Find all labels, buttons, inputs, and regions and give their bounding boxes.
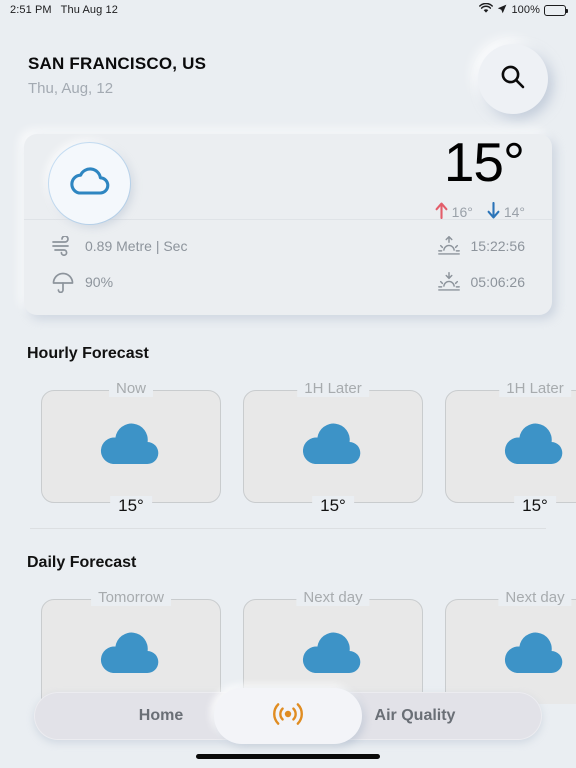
nav-center-button[interactable] bbox=[214, 688, 362, 744]
daily-card[interactable]: Next day bbox=[445, 589, 576, 704]
sunrise-value: 15:22:56 bbox=[470, 238, 526, 254]
search-icon bbox=[498, 62, 528, 97]
hourly-forecast-title: Hourly Forecast bbox=[27, 345, 149, 362]
sunrise-icon bbox=[437, 234, 461, 258]
daily-forecast-row[interactable]: Tomorrow Next day Next day bbox=[0, 589, 576, 704]
header-date: Thu, Aug, 12 bbox=[28, 80, 114, 97]
current-condition-badge bbox=[49, 143, 130, 224]
search-button[interactable] bbox=[478, 44, 548, 114]
precipitation-metric: 90% bbox=[51, 270, 187, 294]
hourly-card[interactable]: Now 15° bbox=[41, 380, 221, 515]
sunset-metric: 05:06:26 bbox=[437, 270, 526, 294]
sunset-value: 05:06:26 bbox=[470, 274, 526, 290]
umbrella-icon bbox=[51, 270, 75, 294]
daily-card-label: Next day bbox=[498, 589, 572, 606]
status-date: Thu Aug 12 bbox=[60, 4, 118, 16]
wind-value: 0.89 Metre | Sec bbox=[85, 238, 188, 254]
hourly-card-label: Now bbox=[108, 380, 154, 397]
wind-icon bbox=[51, 234, 75, 258]
header: SAN FRANCISCO, US Thu, Aug, 12 bbox=[0, 44, 576, 114]
hourly-card-temp: 15° bbox=[514, 496, 556, 515]
daily-card-label: Next day bbox=[296, 589, 370, 606]
hourly-card-label: 1H Later bbox=[499, 380, 571, 397]
home-indicator bbox=[196, 754, 380, 759]
sunset-icon bbox=[437, 270, 461, 294]
wind-metric: 0.89 Metre | Sec bbox=[51, 234, 187, 258]
status-bar: 2:51 PM Thu Aug 12 100% bbox=[0, 0, 576, 20]
current-temperature: 15° bbox=[443, 131, 525, 193]
current-weather-card: 15° 16° 14° 0.89 Metre | Sec 90% 15:22:5… bbox=[24, 134, 552, 315]
card-metrics-left: 0.89 Metre | Sec 90% bbox=[51, 234, 187, 294]
cloud-filled-icon bbox=[295, 628, 371, 687]
hourly-forecast-row[interactable]: Now 15° 1H Later 15° 1H Later 15° bbox=[0, 380, 576, 515]
cloud-outline-icon bbox=[64, 162, 116, 205]
cloud-filled-icon bbox=[497, 628, 573, 687]
hourly-card-label: 1H Later bbox=[297, 380, 369, 397]
daily-card[interactable]: Tomorrow bbox=[41, 589, 221, 704]
battery-percent: 100% bbox=[511, 4, 540, 16]
arrow-up-icon bbox=[435, 202, 448, 222]
status-bar-left: 2:51 PM Thu Aug 12 bbox=[10, 4, 118, 16]
wifi-icon bbox=[479, 2, 494, 17]
hourly-card-temp: 15° bbox=[312, 496, 354, 515]
broadcast-icon bbox=[268, 699, 308, 734]
sunrise-metric: 15:22:56 bbox=[437, 234, 526, 258]
hourly-card[interactable]: 1H Later 15° bbox=[243, 380, 423, 515]
high-low-temps: 16° 14° bbox=[435, 201, 525, 222]
hourly-card-temp: 15° bbox=[110, 496, 152, 515]
battery-full-icon bbox=[544, 4, 568, 16]
precipitation-value: 90% bbox=[85, 274, 114, 290]
section-divider bbox=[30, 528, 546, 529]
daily-card-label: Tomorrow bbox=[91, 589, 171, 606]
location-block: SAN FRANCISCO, US Thu, Aug, 12 bbox=[28, 44, 206, 97]
status-bar-right: 100% bbox=[479, 2, 568, 17]
cloud-filled-icon bbox=[295, 419, 371, 478]
cloud-filled-icon bbox=[497, 419, 573, 478]
page-title: SAN FRANCISCO, US bbox=[28, 54, 207, 73]
bottom-navigation-bar: Home Air Quality bbox=[34, 688, 542, 744]
low-temp-group: 14° bbox=[487, 201, 525, 222]
high-temp-value: 16° bbox=[451, 204, 473, 220]
status-time: 2:51 PM bbox=[10, 4, 52, 16]
hourly-card[interactable]: 1H Later 15° bbox=[445, 380, 576, 515]
high-temp-group: 16° bbox=[435, 202, 473, 222]
daily-forecast-title: Daily Forecast bbox=[27, 554, 137, 571]
location-arrow-icon bbox=[497, 4, 507, 17]
cloud-filled-icon bbox=[93, 628, 169, 687]
arrow-down-icon bbox=[487, 201, 500, 222]
cloud-filled-icon bbox=[93, 419, 169, 478]
card-metrics-right: 15:22:56 05:06:26 bbox=[437, 234, 526, 294]
low-temp-value: 14° bbox=[503, 204, 525, 220]
weather-app-screen: 2:51 PM Thu Aug 12 100% SAN FRANCISCO, U… bbox=[0, 0, 576, 768]
